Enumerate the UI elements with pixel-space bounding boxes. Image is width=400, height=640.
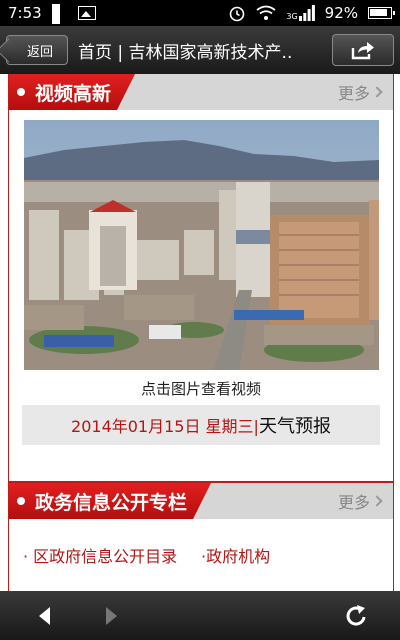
more-label: 更多 bbox=[337, 84, 370, 103]
wifi-icon bbox=[256, 5, 276, 20]
gov-more-link[interactable]: 更多 bbox=[337, 489, 383, 513]
city-aerial-image bbox=[23, 120, 379, 370]
back-button[interactable]: 返回 bbox=[6, 35, 68, 65]
nav-back-button[interactable] bbox=[24, 596, 64, 636]
chevron-right-icon bbox=[371, 86, 383, 98]
weather-link[interactable]: 天气预报 bbox=[259, 412, 331, 438]
status-bar: 7:53 3G 92% bbox=[0, 0, 400, 26]
nav-forward-button[interactable] bbox=[92, 596, 132, 636]
more-label: 更多 bbox=[337, 493, 370, 512]
battery-percent: 92% bbox=[324, 4, 358, 22]
page-content: 视频高新 更多 点击图片查看视频 2014年01月15日 星期三| 天气预报 政… bbox=[8, 74, 394, 591]
title-bar: 返回 首页 | 吉林国家高新技术产.. bbox=[0, 26, 400, 74]
link-gov-info-catalog[interactable]: · 区政府信息公开目录 bbox=[23, 543, 201, 567]
back-arrow-icon bbox=[39, 606, 50, 625]
video-caption: 点击图片查看视频 bbox=[140, 380, 261, 398]
forward-arrow-icon bbox=[106, 606, 117, 625]
video-section-title: 视频高新 bbox=[35, 82, 112, 105]
image-icon bbox=[77, 6, 96, 20]
link-gov-agencies[interactable]: ·政府机构 bbox=[201, 543, 379, 567]
refresh-icon bbox=[346, 604, 366, 626]
current-date: 2014年01月15日 星期三| bbox=[71, 417, 259, 436]
signal-icon bbox=[298, 5, 315, 21]
city-video-thumbnail[interactable] bbox=[23, 120, 379, 370]
gov-section-title: 政务信息公开专栏 bbox=[35, 491, 188, 514]
date-weather-bar: 2014年01月15日 星期三| 天气预报 bbox=[22, 405, 380, 445]
network-type: 3G bbox=[286, 12, 298, 21]
refresh-button[interactable] bbox=[336, 596, 376, 636]
video-section-header: 视频高新 更多 bbox=[9, 74, 393, 110]
page-title: 首页 | 吉林国家高新技术产.. bbox=[78, 42, 293, 63]
chevron-right-icon bbox=[371, 495, 383, 507]
share-button[interactable] bbox=[332, 34, 394, 66]
status-time: 7:53 bbox=[8, 4, 42, 22]
battery-icon bbox=[368, 7, 395, 19]
bottom-nav-bar bbox=[0, 591, 400, 640]
alarm-icon bbox=[230, 6, 245, 22]
grid-icon bbox=[51, 4, 68, 24]
bullet-icon bbox=[17, 497, 25, 505]
share-icon bbox=[351, 42, 374, 60]
gov-section-header: 政务信息公开专栏 更多 bbox=[9, 483, 393, 519]
bullet-icon bbox=[17, 88, 25, 96]
video-more-link[interactable]: 更多 bbox=[337, 80, 383, 104]
